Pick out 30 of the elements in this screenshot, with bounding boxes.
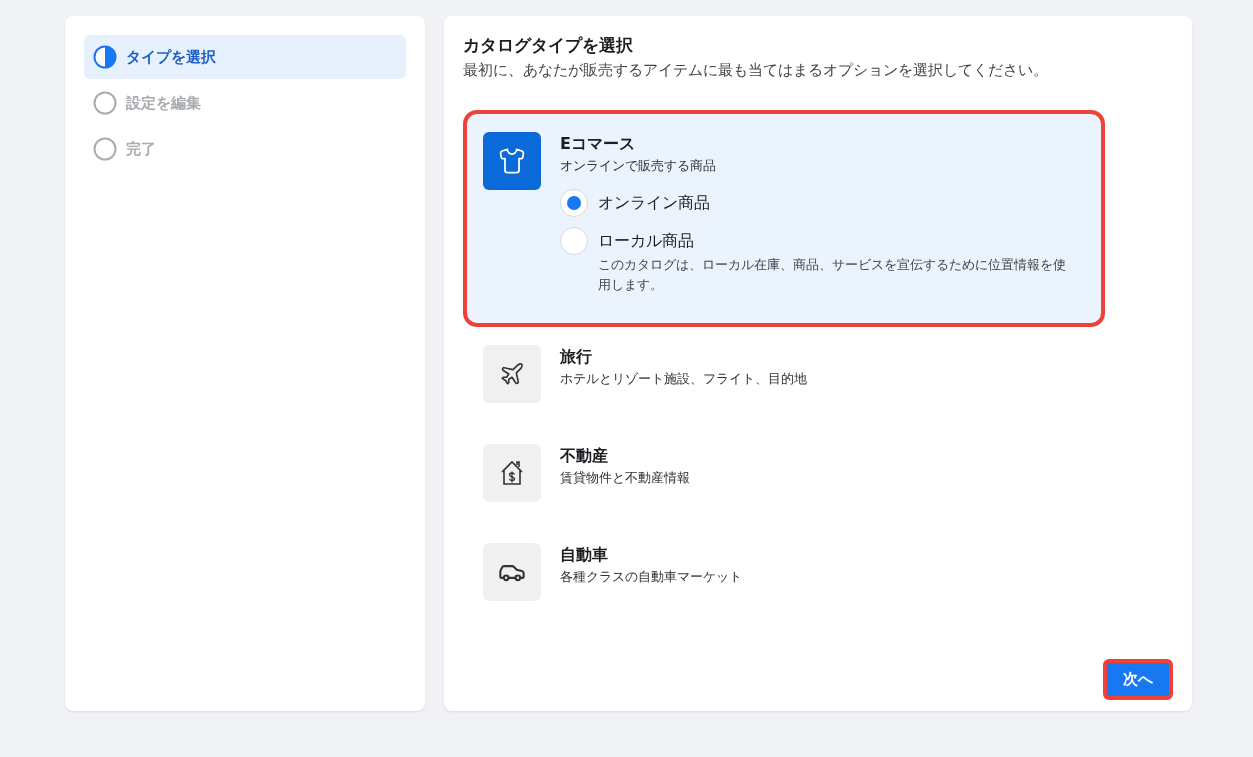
step-item[interactable]: タイプを選択 (84, 35, 406, 79)
card-description: 各種クラスの自動車マーケット (560, 568, 743, 586)
card-description: ホテルとリゾート施設、フライト、目的地 (560, 370, 808, 388)
option-label: オンライン商品 (598, 192, 710, 214)
empty-circle-icon (93, 137, 117, 161)
next-button[interactable]: 次へ (1103, 659, 1173, 700)
card-description: 賃貸物件と不動産情報 (560, 469, 691, 487)
card-title: 不動産 (560, 446, 609, 467)
card-title: 旅行 (560, 347, 593, 368)
catalog-type-card[interactable]: 旅行 ホテルとリゾート施設、フライト、目的地 (463, 327, 1105, 426)
catalog-type-card[interactable]: Eコマース オンラインで販売する商品 オンライン商品 ローカル商品 このカタログは、ローカル在庫、商品、サービスを宣伝するために位置情報を使用します。 (463, 110, 1105, 327)
option-label: ローカル商品 (598, 230, 695, 252)
step-label: 設定を編集 (126, 93, 201, 113)
card-description: オンラインで販売する商品 (560, 157, 717, 175)
card-title: 自動車 (560, 545, 609, 566)
shirt-icon (498, 147, 526, 175)
step-label: 完了 (126, 139, 156, 159)
house-dollar-icon (499, 459, 525, 487)
page-title: カタログタイプを選択 (463, 34, 634, 57)
radio-button[interactable] (560, 227, 588, 255)
empty-circle-icon (93, 91, 117, 115)
option-description: このカタログは、ローカル在庫、商品、サービスを宣伝するために位置情報を使用します。 (598, 256, 1067, 294)
catalog-type-card[interactable]: 不動産 賃貸物件と不動産情報 (463, 426, 1105, 525)
half-circle-icon (93, 45, 117, 69)
card-title: Eコマース (560, 134, 636, 155)
catalog-type-card[interactable]: 自動車 各種クラスの自動車マーケット (463, 525, 1105, 624)
step-label: タイプを選択 (126, 47, 216, 67)
airplane-icon (499, 361, 525, 387)
page-subtitle: 最初に、あなたが販売するアイテムに最も当てはまるオプションを選択してください。 (463, 61, 1049, 80)
radio-button[interactable] (560, 189, 588, 217)
